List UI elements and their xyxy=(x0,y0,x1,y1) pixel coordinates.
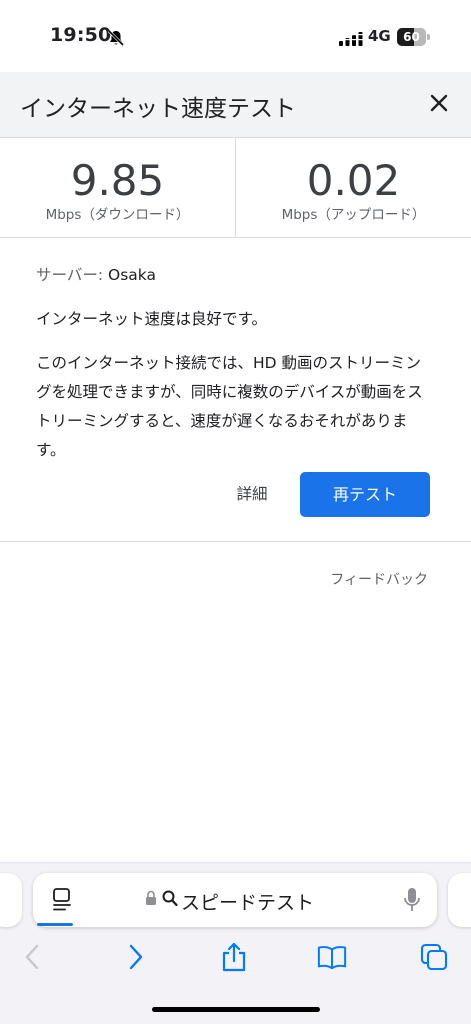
status-time: 19:50 xyxy=(50,24,112,46)
page-format-indicator xyxy=(37,923,73,926)
section-divider xyxy=(0,541,471,542)
download-speed-unit: Mbps（ダウンロード） xyxy=(45,207,190,223)
microphone-icon[interactable] xyxy=(403,887,421,913)
server-label: サーバー: xyxy=(36,266,108,284)
page-title: インターネット速度テスト xyxy=(20,96,296,122)
home-indicator xyxy=(152,1007,320,1012)
bookmarks-icon[interactable] xyxy=(317,941,347,973)
download-result: 9.85 Mbps（ダウンロード） xyxy=(0,138,235,238)
upload-speed-value: 0.02 xyxy=(306,156,401,205)
search-icon xyxy=(162,890,178,907)
server-value: Osaka xyxy=(108,266,156,284)
cellular-signal-icon xyxy=(339,32,363,46)
lock-icon xyxy=(146,890,156,905)
speed-description: このインターネット接続では、HD 動画のストリーミングを処理できますが、同時に複… xyxy=(36,354,423,459)
address-text[interactable]: スピードテスト xyxy=(181,888,314,915)
address-bar[interactable]: スピードテスト xyxy=(33,873,437,927)
forward-icon[interactable] xyxy=(120,941,150,973)
header: インターネット速度テスト xyxy=(0,72,471,138)
feedback-link[interactable]: フィードバック xyxy=(300,569,428,589)
battery-indicator: 60 xyxy=(397,28,430,46)
download-speed-value: 9.85 xyxy=(70,156,165,205)
speed-results: 9.85 Mbps（ダウンロード） 0.02 Mbps（アップロード） xyxy=(0,138,471,238)
speed-status-message: インターネット速度は良好です。 xyxy=(36,310,267,328)
back-icon[interactable] xyxy=(18,941,48,973)
previous-tab-preview[interactable] xyxy=(0,873,22,927)
upload-speed-unit: Mbps（アップロード） xyxy=(281,207,426,223)
page-format-icon[interactable] xyxy=(51,887,73,913)
next-tab-preview[interactable] xyxy=(448,873,471,927)
close-icon[interactable] xyxy=(420,84,458,122)
network-type: 4G xyxy=(368,27,391,45)
details-button[interactable]: 詳細 xyxy=(226,482,278,508)
upload-result: 0.02 Mbps（アップロード） xyxy=(236,138,471,238)
tabs-icon[interactable] xyxy=(419,941,449,973)
battery-percentage: 60 xyxy=(403,30,420,44)
bell-muted-icon xyxy=(107,29,125,47)
share-icon[interactable] xyxy=(219,941,249,973)
server-info: サーバー: Osaka xyxy=(36,263,156,285)
retest-button[interactable]: 再テスト xyxy=(300,472,430,517)
status-bar: 19:50 4G 60 xyxy=(0,0,471,72)
